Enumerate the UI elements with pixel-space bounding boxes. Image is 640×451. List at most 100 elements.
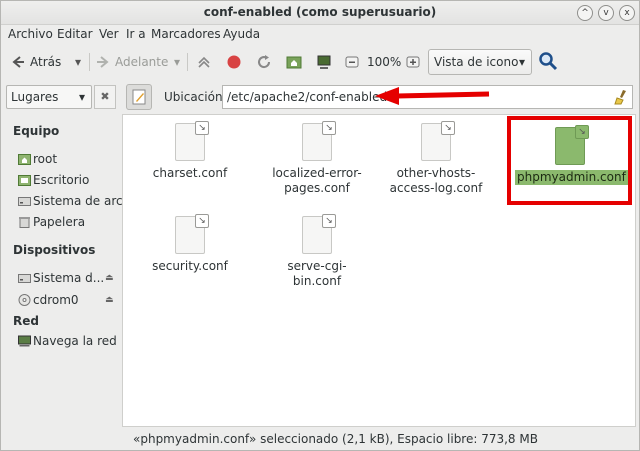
file-item[interactable]: ↘ security.conf <box>135 214 245 274</box>
reload-icon <box>258 55 271 69</box>
file-name: localized-error- pages.conf <box>272 166 362 195</box>
menu-editar[interactable]: Editar <box>57 27 93 41</box>
sidebar-item-label: Papelera <box>33 215 86 229</box>
sidebar-item-sistema-archivos[interactable]: Sistema de arc... <box>18 192 134 210</box>
cdrom-icon <box>18 294 31 306</box>
eject-icon[interactable]: ⏏ <box>105 295 114 305</box>
window-title: conf-enabled (como superusuario) <box>203 5 437 19</box>
file-name: security.conf <box>152 259 228 273</box>
file-item[interactable]: ↘ charset.conf <box>135 121 245 181</box>
zoom-in-button[interactable] <box>405 51 421 73</box>
sidebar-item-label: Navega la red <box>33 334 117 348</box>
view-mode-select[interactable]: Vista de icono ▾ <box>428 49 532 75</box>
sidebar-item-label: cdrom0 <box>33 293 79 307</box>
drive-icon <box>18 197 31 206</box>
close-sidebar-button[interactable]: ✖ <box>94 85 116 109</box>
sidebar-item-root[interactable]: root <box>18 150 118 168</box>
toolbar-separator <box>89 53 90 71</box>
sidebar-item-label: Sistema de arc... <box>33 194 135 208</box>
view-mode-value: Vista de icono <box>434 55 519 69</box>
symlink-arrow-icon: ↘ <box>322 121 336 135</box>
chevron-down-icon: ▾ <box>75 55 82 69</box>
sidebar-item-label: Escritorio <box>33 173 90 187</box>
reload-button[interactable] <box>256 51 272 73</box>
sidebar-item-cdrom0[interactable]: cdrom0 <box>18 291 118 309</box>
sidebar-item-sistema-disco[interactable]: Sistema d... <box>18 269 118 287</box>
arrow-right-icon <box>97 56 109 68</box>
toolbar-separator <box>187 53 188 71</box>
menu-ayuda[interactable]: Ayuda <box>223 27 260 41</box>
toolbar: Atrás ▾ Adelante ▾ 100% Vista de icono ▾ <box>1 45 639 79</box>
location-label: Ubicación: <box>164 90 227 104</box>
file-item[interactable]: ↘ serve-cgi-bin.conf <box>262 214 372 289</box>
desktop-folder-icon <box>18 175 31 186</box>
menu-archivo[interactable]: Archivo <box>8 27 53 41</box>
file-name: charset.conf <box>152 166 228 180</box>
zoom-level[interactable]: 100% <box>367 51 401 73</box>
forward-history-dropdown[interactable]: ▾ <box>174 51 180 73</box>
arrow-left-icon <box>12 56 24 68</box>
close-icon: x <box>624 8 630 18</box>
chevron-up-icon: ^ <box>581 8 589 18</box>
menu-marcadores[interactable]: Marcadores <box>151 27 221 41</box>
search-button[interactable] <box>538 50 558 72</box>
close-icon: ✖ <box>100 90 110 103</box>
home-folder-icon <box>286 56 302 69</box>
home-button[interactable] <box>286 51 302 73</box>
location-bar: Lugares ▾ ✖ Ubicación: /etc/apache2/conf… <box>1 81 639 113</box>
drive-icon <box>18 274 31 283</box>
chevron-down-icon: ▾ <box>78 90 85 104</box>
sidebar-item-papelera[interactable]: Papelera <box>18 213 118 231</box>
back-history-dropdown[interactable]: ▾ <box>75 51 81 73</box>
eject-icon[interactable]: ⏏ <box>105 273 114 283</box>
sidebar-item-label: Sistema d... <box>33 271 105 285</box>
menu-ver[interactable]: Ver <box>99 27 119 41</box>
network-icon <box>18 335 31 347</box>
computer-icon <box>317 55 331 69</box>
document-icon: ↘ <box>302 214 336 254</box>
document-icon: ↘ <box>421 121 455 161</box>
title-bar: conf-enabled (como superusuario) ^ v x <box>1 1 639 25</box>
toggle-location-button[interactable] <box>126 84 152 110</box>
symlink-arrow-icon: ↘ <box>195 121 209 135</box>
up-button[interactable] <box>196 51 212 73</box>
forward-button[interactable]: Adelante <box>95 51 168 73</box>
file-item[interactable]: ↘ other-vhosts- access-log.conf <box>381 121 491 196</box>
sidebar-item-navega-red[interactable]: Navega la red <box>18 332 118 350</box>
zoom-out-icon <box>345 56 359 68</box>
location-path: /etc/apache2/conf-enabled <box>227 90 388 104</box>
chevron-down-icon: ▾ <box>174 55 181 69</box>
forward-label: Adelante <box>115 55 169 69</box>
computer-button[interactable] <box>316 51 332 73</box>
stop-button[interactable] <box>226 51 242 73</box>
zoom-out-button[interactable] <box>344 51 360 73</box>
search-icon <box>539 52 558 71</box>
back-label: Atrás <box>30 55 62 69</box>
sidebar-item-escritorio[interactable]: Escritorio <box>18 171 118 189</box>
stop-icon <box>227 55 241 69</box>
file-manager-window: conf-enabled (como superusuario) ^ v x A… <box>0 0 640 451</box>
symlink-arrow-icon: ↘ <box>441 121 455 135</box>
menu-ir-a[interactable]: Ir a <box>126 27 146 41</box>
menu-bar: Archivo Editar Ver Ir a Marcadores Ayuda <box>1 25 639 45</box>
document-icon: ↘ <box>175 214 209 254</box>
file-name: other-vhosts- access-log.conf <box>389 166 483 195</box>
places-select[interactable]: Lugares ▾ <box>6 85 92 109</box>
close-button[interactable]: x <box>619 5 635 21</box>
arrow-up-icon <box>198 56 210 68</box>
places-label: Lugares <box>11 90 59 104</box>
clear-brush-icon[interactable] <box>614 89 628 105</box>
file-name: serve-cgi-bin.conf <box>287 259 347 288</box>
document-icon: ↘ <box>302 121 336 161</box>
sidebar-section-equipo: Equipo <box>13 124 60 138</box>
trash-icon <box>19 217 30 228</box>
minimize-button[interactable]: ^ <box>577 5 593 21</box>
maximize-button[interactable]: v <box>598 5 614 21</box>
home-folder-icon <box>18 154 31 165</box>
back-button[interactable]: Atrás <box>10 51 61 73</box>
symlink-arrow-icon: ↘ <box>322 214 336 228</box>
document-icon: ↘ <box>175 121 209 161</box>
file-item[interactable]: ↘ localized-error- pages.conf <box>262 121 372 196</box>
pencil-icon <box>132 89 146 105</box>
zoom-in-icon <box>406 56 420 68</box>
